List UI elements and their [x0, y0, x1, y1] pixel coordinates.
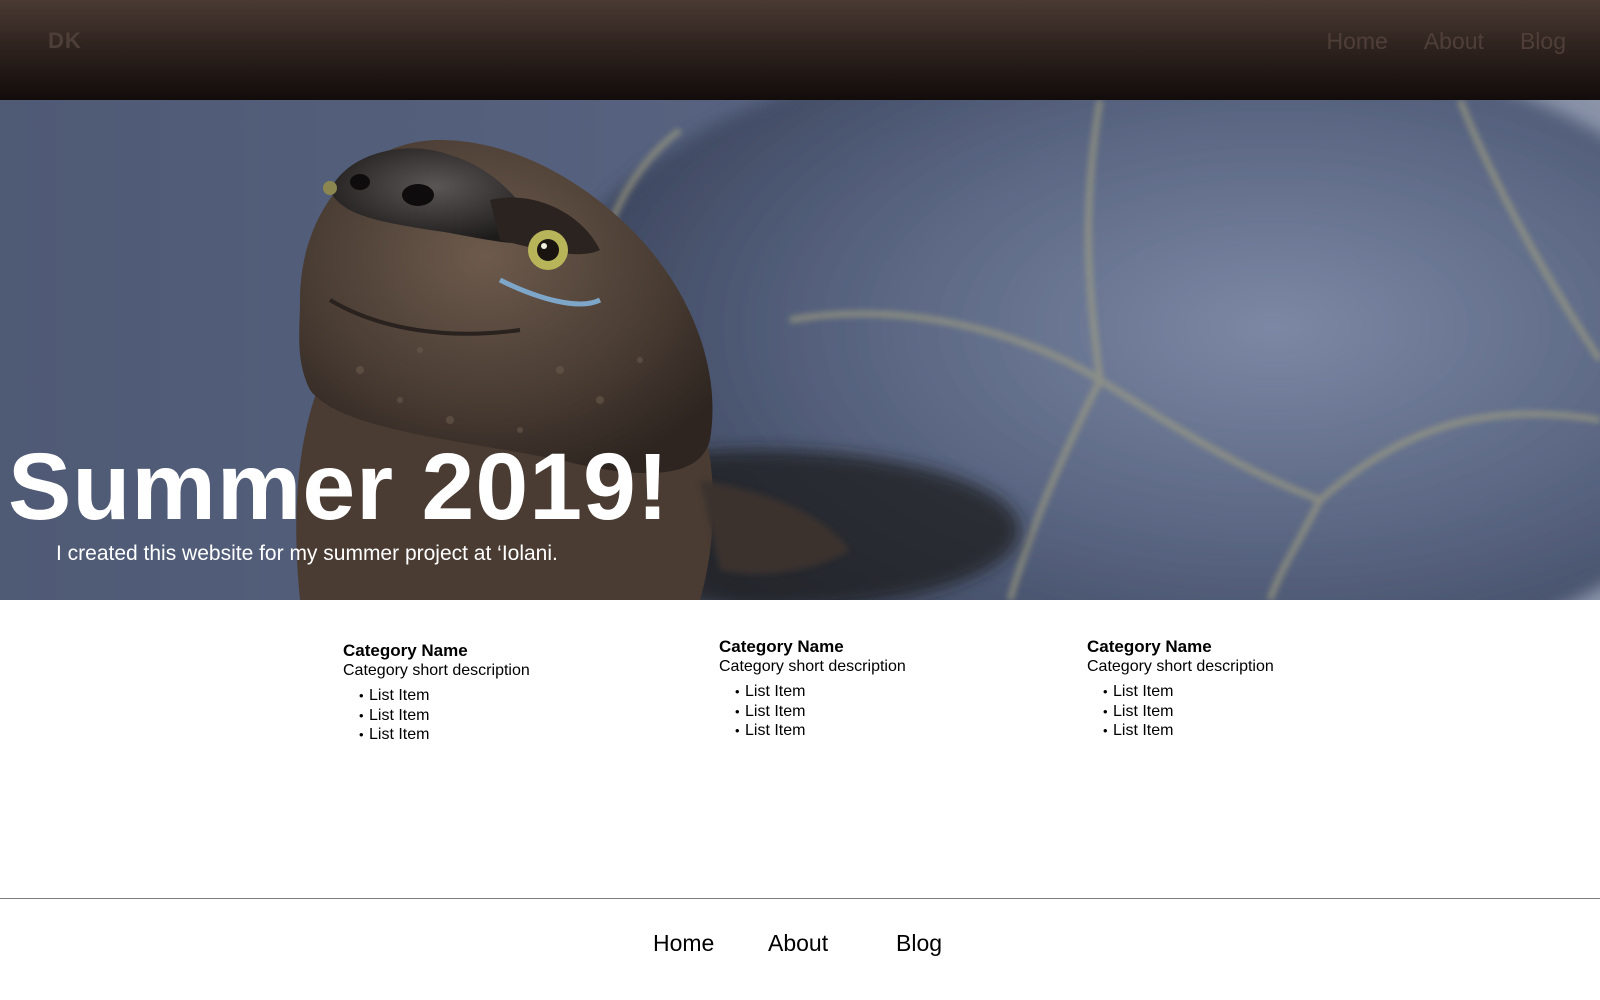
- category-name: Category Name: [719, 637, 844, 656]
- category-2: Category Name Category short description…: [719, 636, 1039, 741]
- bullet-icon: •: [359, 688, 364, 703]
- category-list: • List Item • List Item • List Item: [343, 686, 663, 745]
- header-nav-home[interactable]: Home: [1326, 28, 1387, 55]
- hero-title: Summer 2019!: [8, 434, 670, 540]
- site-header: DK Home About Blog: [0, 0, 1600, 100]
- list-item: • List Item: [359, 706, 663, 726]
- list-item-text: List Item: [369, 726, 430, 743]
- list-item-text: List Item: [745, 722, 806, 739]
- site-logo[interactable]: DK: [48, 28, 82, 54]
- bullet-icon: •: [735, 703, 740, 719]
- category-1: Category Name Category short description…: [343, 640, 663, 745]
- footer-divider: [0, 898, 1600, 899]
- list-item: • List Item: [359, 725, 663, 745]
- list-item-text: List Item: [1113, 722, 1174, 739]
- bullet-icon: •: [735, 723, 740, 738]
- hero-subtitle: I created this website for my summer pro…: [56, 542, 558, 565]
- category-description: Category short description: [343, 662, 530, 679]
- list-item: • List Item: [359, 686, 663, 706]
- footer-nav-home[interactable]: Home: [653, 930, 714, 957]
- list-item-text: List Item: [369, 687, 430, 704]
- category-name: Category Name: [1087, 637, 1212, 656]
- list-item-text: List Item: [369, 706, 430, 724]
- list-item-text: List Item: [1113, 683, 1174, 700]
- list-item: • List Item: [1103, 702, 1407, 722]
- header-nav-blog[interactable]: Blog: [1520, 28, 1566, 55]
- bullet-icon: •: [735, 684, 740, 699]
- list-item-text: List Item: [1113, 702, 1174, 720]
- header-nav-about[interactable]: About: [1424, 28, 1484, 55]
- list-item: • List Item: [1103, 721, 1407, 741]
- bullet-icon: •: [359, 707, 364, 723]
- list-item-text: List Item: [745, 683, 806, 700]
- category-list: • List Item • List Item • List Item: [1087, 682, 1407, 741]
- footer-nav-blog[interactable]: Blog: [896, 930, 942, 957]
- bullet-icon: •: [1103, 684, 1108, 699]
- footer-nav-about[interactable]: About: [768, 930, 828, 957]
- category-description: Category short description: [1087, 658, 1274, 675]
- list-item: • List Item: [735, 702, 1039, 722]
- bullet-icon: •: [359, 727, 364, 742]
- bullet-icon: •: [1103, 703, 1108, 719]
- hero-banner: Summer 2019! I created this website for …: [0, 100, 1600, 600]
- list-item: • List Item: [1103, 682, 1407, 702]
- category-3: Category Name Category short description…: [1087, 636, 1407, 741]
- header-nav: Home About Blog: [1326, 28, 1566, 55]
- category-list: • List Item • List Item • List Item: [719, 682, 1039, 741]
- category-name: Category Name: [343, 641, 468, 660]
- list-item: • List Item: [735, 721, 1039, 741]
- list-item-text: List Item: [745, 702, 806, 720]
- list-item: • List Item: [735, 682, 1039, 702]
- bullet-icon: •: [1103, 723, 1108, 738]
- category-description: Category short description: [719, 658, 906, 675]
